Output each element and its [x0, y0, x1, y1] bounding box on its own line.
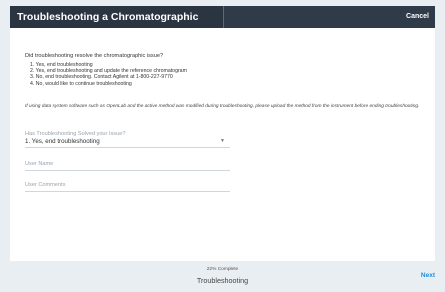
next-button[interactable]: Next [421, 272, 435, 279]
question-text: Did troubleshooting resolve the chromato… [25, 53, 164, 59]
solved-select[interactable]: Has Troubleshooting Solved your Issue? 1… [25, 131, 230, 148]
solved-select-label: Has Troubleshooting Solved your Issue? [25, 131, 126, 137]
progress-text: 22% Complete [206, 267, 239, 272]
cancel-button[interactable]: Cancel [406, 6, 429, 28]
option-item: 3. No, end troubleshooting. Contact Agil… [30, 74, 173, 81]
upload-note: If using data system software such as Op… [25, 104, 420, 109]
option-item: 4. No, would like to continue troublesho… [30, 80, 132, 87]
user-comments-field[interactable]: User Comments [25, 182, 230, 192]
chevron-down-icon: ▼ [220, 138, 225, 144]
content-panel: Did troubleshooting resolve the chromato… [10, 28, 435, 261]
solved-select-value: 1. Yes, end troubleshooting [25, 138, 100, 145]
user-comments-placeholder: User Comments [25, 182, 66, 188]
user-name-field[interactable]: User Name [25, 161, 230, 171]
header-bar: Troubleshooting a Chromatographic Issue … [10, 6, 435, 45]
options-list: 1. Yes, end troubleshooting 2. Yes, end … [30, 62, 187, 87]
step-name: Troubleshooting [196, 276, 249, 285]
footer-bar: 22% Complete Troubleshooting Next [10, 261, 435, 292]
user-name-placeholder: User Name [25, 161, 54, 167]
page-title: Troubleshooting a Chromatographic Issue [10, 6, 224, 45]
